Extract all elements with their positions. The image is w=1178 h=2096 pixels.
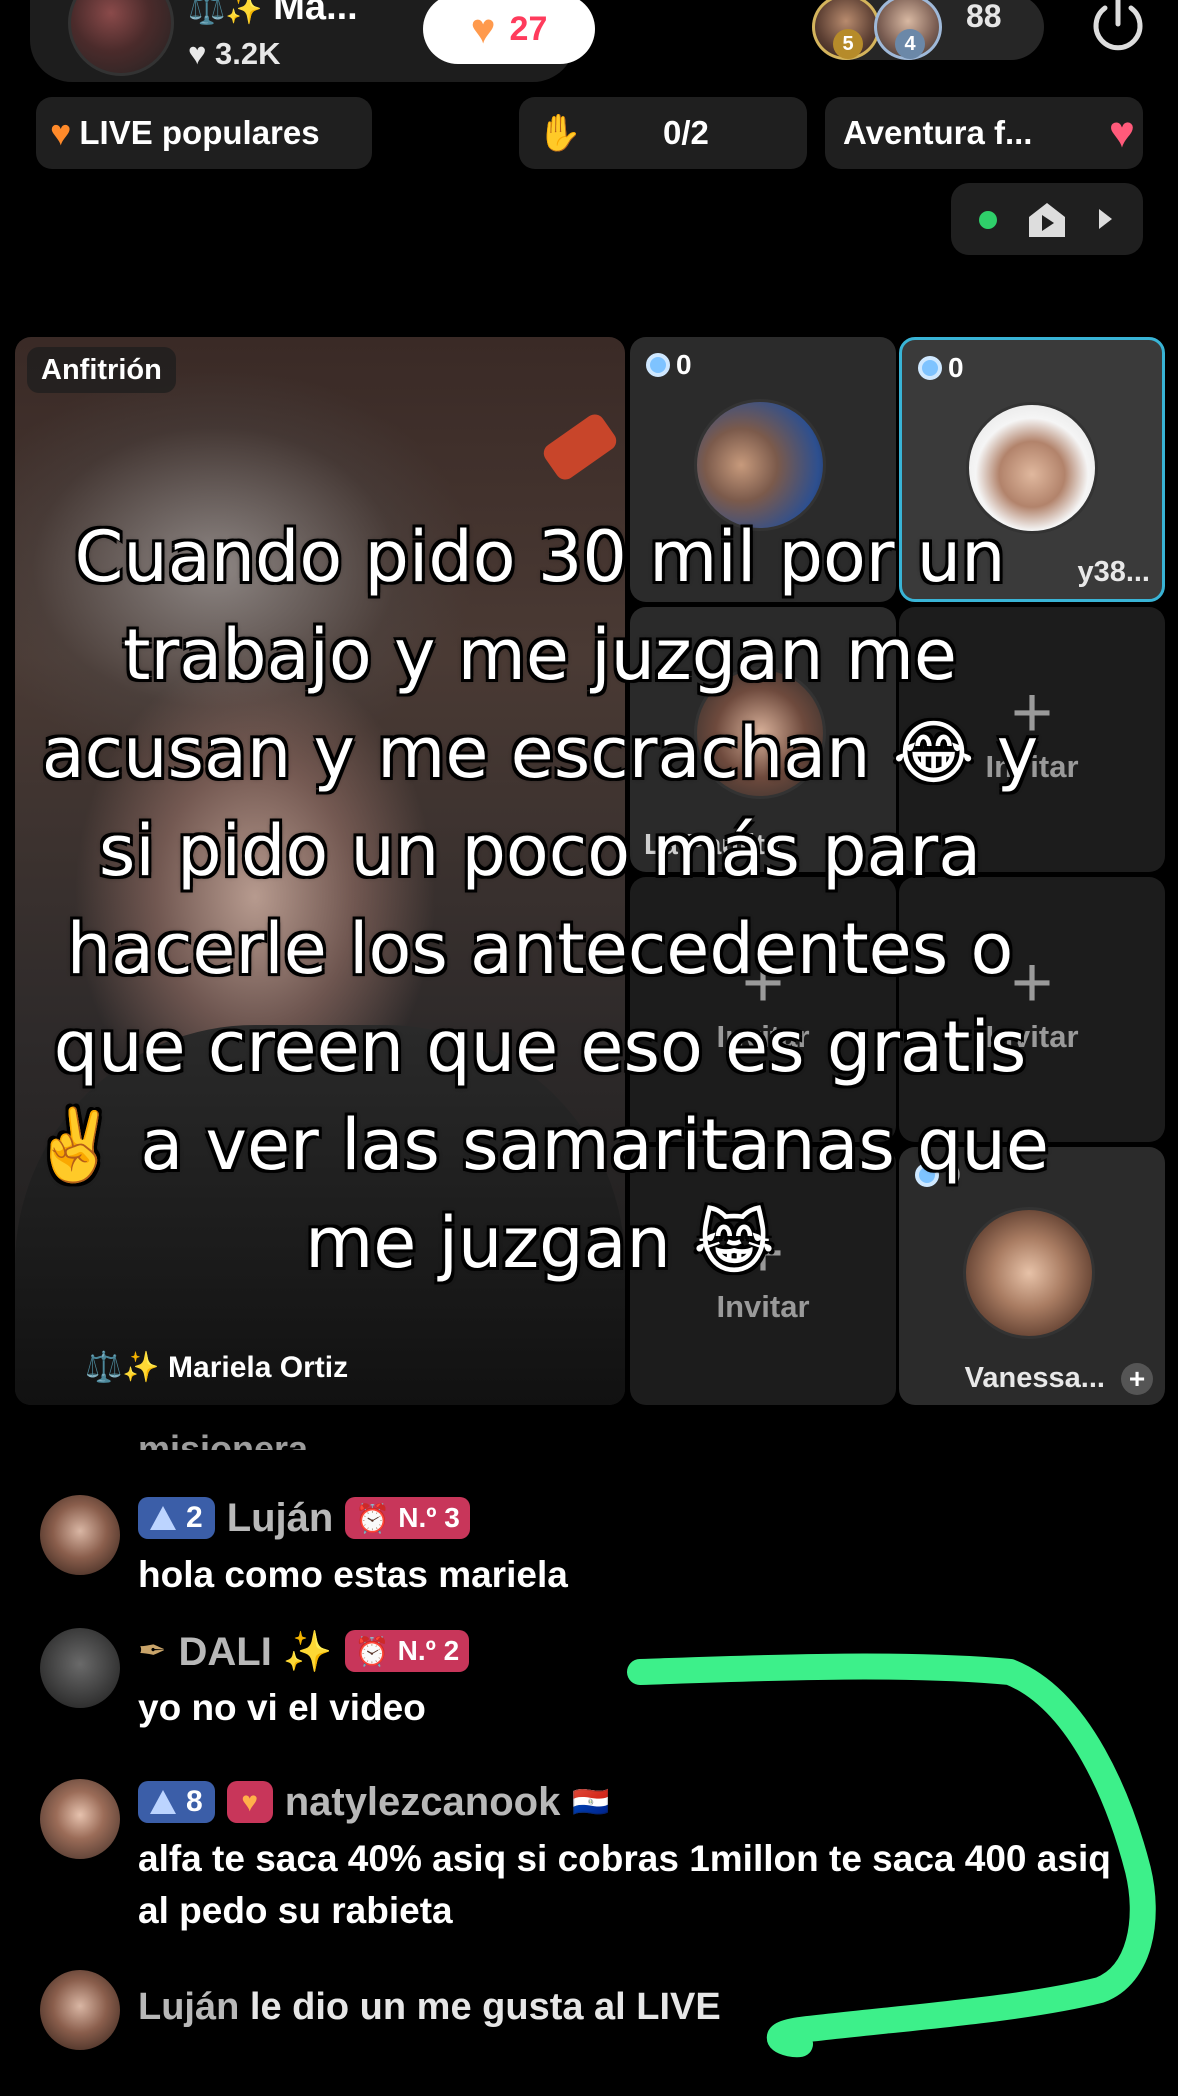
commenter-name[interactable]: Luján	[227, 1496, 334, 1541]
expand-arrow-icon[interactable]	[1099, 209, 1112, 229]
cut-off-comment: misionera	[138, 1428, 309, 1450]
viewer-rank-badge: 4	[895, 29, 925, 59]
commenter-avatar[interactable]	[40, 1779, 120, 1859]
guest-name: Vanessa...	[964, 1361, 1105, 1394]
follow-count: 27	[509, 9, 548, 48]
gem-icon	[646, 353, 670, 377]
like-text: le dio un me gusta al LIVE	[249, 1986, 721, 2028]
heart-icon: ♥	[241, 1786, 258, 1817]
add-icon[interactable]: +	[1121, 1363, 1153, 1395]
follow-button[interactable]: ♥ 27	[423, 0, 595, 64]
comment-item[interactable]: ✒ DALI ✨ ⏰ N.º 2 yo no vi el video	[40, 1628, 1140, 1738]
guest-name: y38...	[1077, 556, 1150, 588]
medal-icon: ⏰	[355, 1502, 391, 1534]
comment-item[interactable]: 8 ♥ natylezcanook 🇵🇾 alfa te saca 40% as…	[40, 1779, 1140, 1949]
power-icon[interactable]	[1085, 0, 1151, 58]
commenter-name[interactable]: natylezcanook	[285, 1780, 561, 1825]
viewer-rank-badge: 5	[833, 29, 863, 59]
level-icon	[150, 1506, 176, 1530]
fan-club-badge: ♥	[226, 1781, 273, 1823]
home-icon[interactable]	[1025, 199, 1069, 239]
heart-gift-icon: ♥	[1108, 108, 1135, 157]
level-icon	[150, 1790, 176, 1814]
comment-header: 8 ♥ natylezcanook 🇵🇾	[138, 1779, 610, 1825]
level-value: 8	[186, 1785, 203, 1818]
comment-header: 2 Luján ⏰ N.º 3	[138, 1495, 470, 1541]
heart-icon: ♥	[188, 36, 207, 71]
level-value: 2	[186, 1501, 203, 1534]
comment-text: alfa te saca 40% asiq si cobras 1millon …	[138, 1838, 1111, 1931]
heart-icon: ♥	[50, 112, 72, 153]
rank-value: N.º 2	[397, 1635, 460, 1666]
comment-header: ✒ DALI ✨ ⏰ N.º 2	[138, 1628, 470, 1675]
host-symbols: ⚖️✨	[188, 0, 263, 26]
background-object	[539, 410, 621, 484]
level-badge: 2	[138, 1497, 215, 1539]
comment-text: hola como estas mariela	[138, 1554, 568, 1595]
rank-badge: ⏰ N.º 2	[344, 1630, 470, 1672]
guest-score-value: 0	[948, 352, 964, 383]
invite-label: Invitar	[716, 1289, 810, 1324]
liker-name[interactable]: Luján	[138, 1986, 239, 2028]
level-badge: 8	[138, 1781, 215, 1823]
live-popular-label: LIVE populares	[79, 114, 320, 151]
adventure-button[interactable]: Aventura f... ♥	[825, 97, 1143, 169]
like-notification: Luján le dio un me gusta al LIVE	[138, 1986, 721, 2029]
commenter-avatar[interactable]	[40, 1628, 120, 1708]
rank-badge: ⏰ N.º 3	[345, 1497, 470, 1539]
goal-counter[interactable]: ✋ 0/2	[519, 97, 807, 169]
host-likes: ♥ 3.2K	[188, 36, 281, 72]
guest-score: 0	[646, 349, 692, 381]
live-popular-button[interactable]: ♥ LIVE populares	[36, 97, 372, 169]
commenter-name[interactable]: DALI ✨	[179, 1628, 333, 1675]
host-info-pill[interactable]: ⚖️✨ Ma... ♥ 3.2K ♥ 27	[30, 0, 595, 82]
hand-icon: ✋	[537, 112, 582, 153]
comment-item[interactable]: 2 Luján ⏰ N.º 3 hola como estas mariela	[40, 1495, 1140, 1605]
medal-icon: ⏰	[354, 1635, 390, 1667]
heart-icon: ♥	[470, 5, 496, 52]
live-status-dot	[979, 211, 997, 229]
host-tag: Anfitrión	[27, 347, 176, 393]
comment-text: yo no vi el video	[138, 1687, 426, 1728]
liker-avatar[interactable]	[40, 1970, 120, 2050]
guest-name-row: Vanessa... +	[965, 1362, 1153, 1395]
viewer-count: 88	[966, 0, 1002, 34]
top-viewers[interactable]: 5 4 88	[812, 0, 1044, 60]
goal-value: 0/2	[663, 114, 709, 151]
viewer-avatar[interactable]: 5	[812, 0, 880, 60]
guest-score: 0	[918, 352, 964, 384]
viewer-avatar[interactable]: 4	[874, 0, 942, 60]
host-likes-count: 3.2K	[215, 36, 281, 71]
rank-value: N.º 3	[398, 1502, 460, 1533]
host-caption: ⚖️✨ Mariela Ortiz	[85, 1351, 349, 1384]
adventure-label: Aventura f...	[843, 114, 1033, 151]
video-overlay-caption: Cuando pido 30 mil por un trabajo y me j…	[30, 516, 1049, 1284]
host-name: ⚖️✨ Ma...	[188, 0, 358, 29]
commenter-avatar[interactable]	[40, 1495, 120, 1575]
host-name-text: Ma...	[273, 0, 358, 28]
feather-icon: ✒	[138, 1632, 167, 1670]
host-avatar[interactable]	[68, 0, 174, 76]
gem-icon	[918, 356, 942, 380]
flag-icon: 🇵🇾	[572, 1785, 610, 1819]
guest-score-value: 0	[676, 349, 692, 380]
live-controls[interactable]	[951, 183, 1143, 255]
